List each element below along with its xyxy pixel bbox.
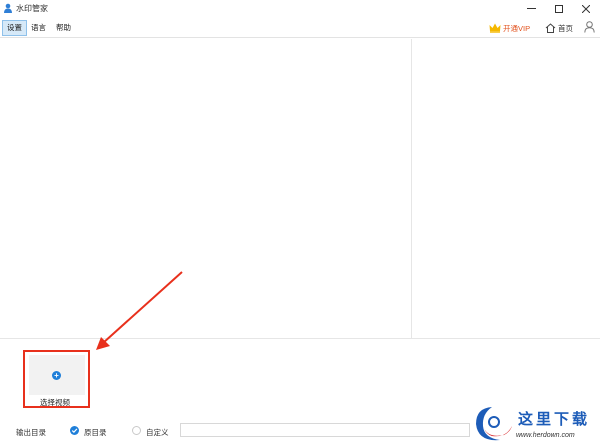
home-label: 首页 (558, 23, 573, 33)
home-button[interactable]: 首页 (545, 21, 573, 35)
vip-label: 开通VIP (503, 23, 531, 33)
check-icon (71, 428, 78, 434)
menu-help[interactable]: 帮助 (52, 20, 75, 36)
minimize-icon (526, 8, 536, 9)
crown-icon (489, 23, 501, 33)
maximize-icon (555, 4, 563, 13)
title-bar: 水印管家 (0, 0, 600, 17)
watermark-url: www.herdown.com (516, 432, 575, 439)
annotation-highlight-box (23, 350, 90, 408)
maximize-button[interactable] (546, 0, 572, 17)
radio-original-dir[interactable] (70, 426, 79, 435)
menu-settings[interactable]: 设置 (2, 20, 27, 36)
radio-custom-dir[interactable] (132, 426, 141, 435)
menu-language[interactable]: 语言 (27, 20, 50, 36)
home-icon (545, 23, 556, 33)
minimize-button[interactable] (518, 0, 544, 17)
menu-bar: 设置 语言 帮助 开通VIP 首页 (0, 18, 600, 38)
watermark-logo-icon (476, 407, 512, 441)
window-title: 水印管家 (16, 4, 48, 13)
output-dir-label: 输出目录 (16, 428, 46, 437)
side-panel (411, 39, 600, 338)
close-icon (582, 4, 590, 13)
site-watermark: 这里下载 www.herdown.com (470, 402, 598, 446)
output-path-input[interactable] (180, 423, 470, 437)
close-button[interactable] (573, 0, 599, 17)
radio-custom-dir-label: 自定义 (146, 428, 169, 437)
divider (0, 338, 600, 339)
preview-area (0, 39, 411, 338)
vip-button[interactable]: 开通VIP (489, 21, 530, 35)
user-icon[interactable] (584, 21, 595, 33)
watermark-title: 这里下载 (518, 410, 591, 428)
radio-original-dir-label: 原目录 (84, 428, 107, 437)
person-icon (4, 3, 12, 13)
